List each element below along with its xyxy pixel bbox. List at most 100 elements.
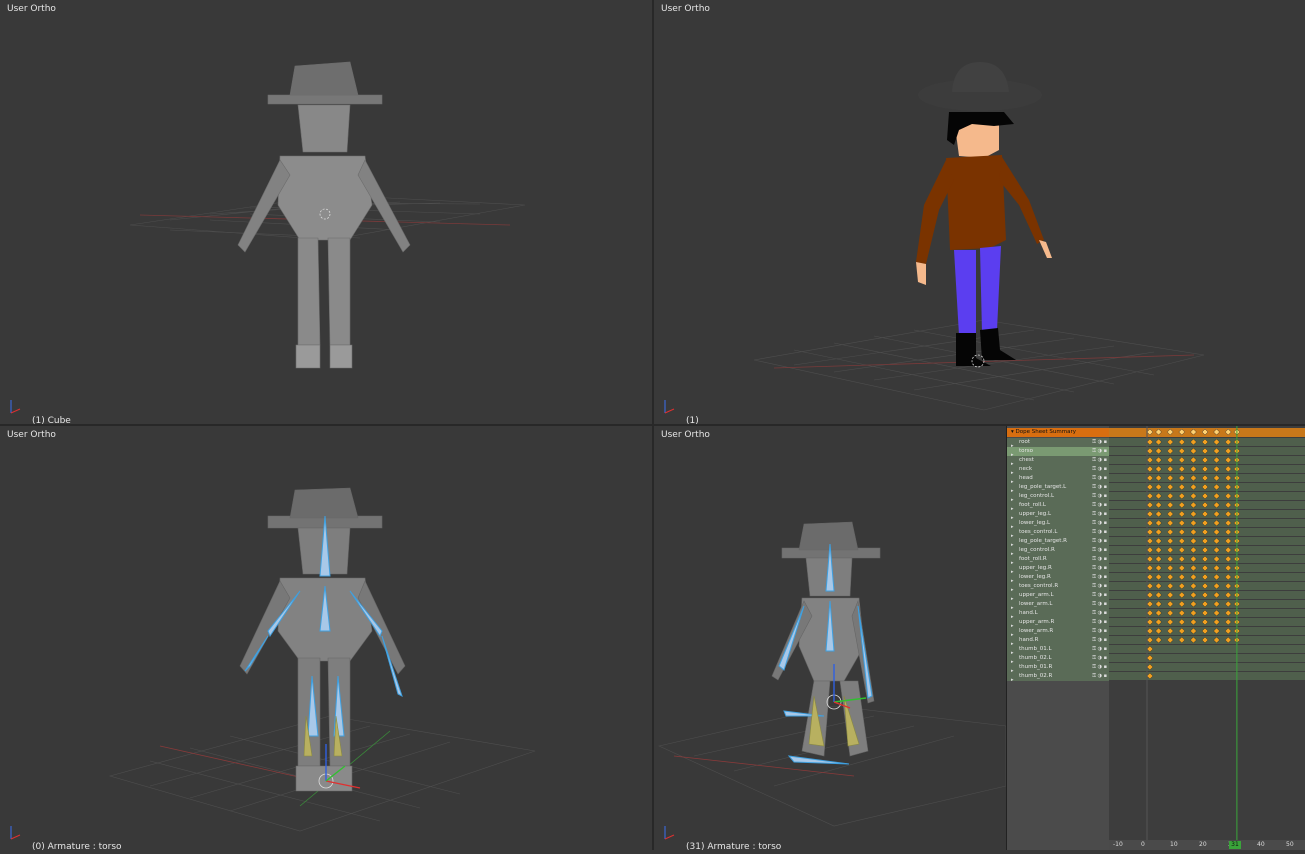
viewport-top-left[interactable]: User Ortho (1) Cube — [0, 0, 652, 424]
channel-row[interactable]: ▸upper_arm.L ⚿ ◑ ▪ — [1007, 591, 1109, 600]
channel-name: leg_pole_target.L — [1019, 484, 1067, 490]
channel-toggle-icons[interactable]: ⚿ ◑ ▪ — [1092, 537, 1107, 546]
channel-toggle-icons[interactable]: ⚿ ◑ ▪ — [1092, 510, 1107, 519]
channel-row[interactable]: ▸torso ⚿ ◑ ▪ — [1007, 447, 1109, 456]
channel-row[interactable]: ▸chest ⚿ ◑ ▪ — [1007, 456, 1109, 465]
channel-row[interactable]: ▸root ⚿ ◑ ▪ — [1007, 438, 1109, 447]
channel-name: lower_arm.L — [1019, 601, 1053, 607]
channel-name: neck — [1019, 466, 1033, 472]
channel-row[interactable]: ▸hand.R ⚿ ◑ ▪ — [1007, 636, 1109, 645]
ruler-tick-label: 10 — [1170, 841, 1178, 848]
viewport-scene — [10, 487, 536, 840]
channel-row[interactable]: ▸foot_roll.R ⚿ ◑ ▪ — [1007, 555, 1109, 564]
channel-row[interactable]: ▸leg_pole_target.R ⚿ ◑ ▪ — [1007, 537, 1109, 546]
channel-toggle-icons[interactable]: ⚿ ◑ ▪ — [1092, 609, 1107, 618]
channel-row[interactable]: ▸toes_control.L ⚿ ◑ ▪ — [1007, 528, 1109, 537]
channel-name: thumb_02.R — [1019, 673, 1053, 679]
channel-row[interactable]: ▸lower_arm.R ⚿ ◑ ▪ — [1007, 627, 1109, 636]
channel-name: toes_control.L — [1019, 529, 1058, 535]
channel-toggle-icons[interactable]: ⚿ ◑ ▪ — [1092, 519, 1107, 528]
viewport-bottom-left[interactable]: User Ortho (0) Armature: torso — [0, 426, 652, 850]
channel-row[interactable]: ▸toes_control.R ⚿ ◑ ▪ — [1007, 582, 1109, 591]
channel-toggle-icons[interactable]: ⚿ ◑ ▪ — [1092, 546, 1107, 555]
channel-name: head — [1019, 475, 1033, 481]
channel-toggle-icons[interactable]: ⚿ ◑ ▪ — [1092, 663, 1107, 672]
channel-row[interactable]: ▸thumb_02.L ⚿ ◑ ▪ — [1007, 654, 1109, 663]
channel-name: lower_arm.R — [1019, 628, 1054, 634]
channel-name: toes_control.R — [1019, 583, 1059, 589]
channel-name: torso — [1019, 448, 1034, 454]
channel-name: foot_roll.R — [1019, 556, 1047, 562]
channel-name: hand.L — [1019, 610, 1038, 616]
channel-toggle-icons[interactable]: ⚿ ◑ ▪ — [1092, 645, 1107, 654]
channel-key-band — [1109, 663, 1305, 671]
channel-row[interactable]: ▸leg_control.L ⚿ ◑ ▪ — [1007, 492, 1109, 501]
channel-key-band — [1109, 672, 1305, 680]
channel-toggle-icons[interactable]: ⚿ ◑ ▪ — [1092, 582, 1107, 591]
channel-toggle-icons[interactable]: ⚿ ◑ ▪ — [1092, 564, 1107, 573]
channel-row[interactable]: ▸leg_pole_target.L ⚿ ◑ ▪ — [1007, 483, 1109, 492]
channel-toggle-icons[interactable]: ⚿ ◑ ▪ — [1092, 672, 1107, 681]
summary-label: Dope Sheet Summary — [1015, 429, 1076, 435]
keyframe-area[interactable] — [1109, 426, 1305, 850]
channel-toggle-icons[interactable]: ⚿ ◑ ▪ — [1092, 636, 1107, 645]
current-frame-indicator[interactable]: 31 — [1229, 841, 1241, 849]
channel-row[interactable]: ▸thumb_01.R ⚿ ◑ ▪ — [1007, 663, 1109, 672]
channel-toggle-icons[interactable]: ⚿ ◑ ▪ — [1092, 555, 1107, 564]
channel-toggle-icons[interactable]: ⚿ ◑ ▪ — [1092, 438, 1107, 447]
viewport-top-right[interactable]: User Ortho (1) — [654, 0, 1305, 424]
viewport-object-info: (0) Armature : torso — [32, 842, 122, 850]
channel-toggle-icons[interactable]: ⚿ ◑ ▪ — [1092, 465, 1107, 474]
channel-toggle-icons[interactable]: ⚿ ◑ ▪ — [1092, 618, 1107, 627]
dope-sheet-editor[interactable]: ▾ Dope Sheet Summary ▸root ⚿ ◑ ▪ ▸torso ⚿ ◑… — [1006, 426, 1305, 850]
ruler-tick-label: 20 — [1199, 841, 1207, 848]
channel-list[interactable]: ▾ Dope Sheet Summary ▸root ⚿ ◑ ▪ ▸torso ⚿ ◑… — [1007, 426, 1109, 850]
channel-name: root — [1019, 439, 1031, 445]
expand-triangle-icon[interactable]: ▸ — [1011, 676, 1019, 681]
channel-name: upper_arm.R — [1019, 619, 1055, 625]
channel-row[interactable]: ▸leg_control.R ⚿ ◑ ▪ — [1007, 546, 1109, 555]
ruler-tick-label: -10 — [1113, 841, 1123, 848]
channel-toggle-icons[interactable]: ⚿ ◑ ▪ — [1092, 447, 1107, 456]
channel-row[interactable]: ▸thumb_02.R ⚿ ◑ ▪ — [1007, 672, 1109, 681]
channel-toggle-icons[interactable]: ⚿ ◑ ▪ — [1092, 501, 1107, 510]
channel-row[interactable]: ▸thumb_01.L ⚿ ◑ ▪ — [1007, 645, 1109, 654]
channel-toggle-icons[interactable]: ⚿ ◑ ▪ — [1092, 591, 1107, 600]
viewport-scene — [10, 61, 526, 414]
channel-toggle-icons[interactable]: ⚿ ◑ ▪ — [1092, 573, 1107, 582]
channel-row[interactable]: ▸upper_leg.R ⚿ ◑ ▪ — [1007, 564, 1109, 573]
channel-row[interactable]: ▸neck ⚿ ◑ ▪ — [1007, 465, 1109, 474]
channel-toggle-icons[interactable]: ⚿ ◑ ▪ — [1092, 654, 1107, 663]
channel-name: thumb_02.L — [1019, 655, 1052, 661]
channel-row[interactable]: ▸upper_arm.R ⚿ ◑ ▪ — [1007, 618, 1109, 627]
channel-name: upper_leg.L — [1019, 511, 1052, 517]
channel-row[interactable]: ▸foot_roll.L ⚿ ◑ ▪ — [1007, 501, 1109, 510]
viewport-scene — [658, 521, 1006, 840]
viewport-bottom-right[interactable]: User Ortho (31) Armature: torso — [654, 426, 1006, 850]
channel-row[interactable]: ▸lower_arm.L ⚿ ◑ ▪ — [1007, 600, 1109, 609]
channel-key-band — [1109, 645, 1305, 653]
channel-name: hand.R — [1019, 637, 1039, 643]
channel-toggle-icons[interactable]: ⚿ ◑ ▪ — [1092, 627, 1107, 636]
channel-toggle-icons[interactable]: ⚿ ◑ ▪ — [1092, 483, 1107, 492]
frame-ruler[interactable]: -1001020304050 — [1109, 840, 1305, 850]
expand-triangle-icon[interactable]: ▾ — [1011, 429, 1014, 435]
ruler-tick-label: 50 — [1286, 841, 1294, 848]
channel-row[interactable]: ▸hand.L ⚿ ◑ ▪ — [1007, 609, 1109, 618]
channel-toggle-icons[interactable]: ⚿ ◑ ▪ — [1092, 528, 1107, 537]
channel-row[interactable]: ▸lower_leg.L ⚿ ◑ ▪ — [1007, 519, 1109, 528]
channel-toggle-icons[interactable]: ⚿ ◑ ▪ — [1092, 600, 1107, 609]
channel-row[interactable]: ▸lower_leg.R ⚿ ◑ ▪ — [1007, 573, 1109, 582]
channel-toggle-icons[interactable]: ⚿ ◑ ▪ — [1092, 492, 1107, 501]
channel-toggle-icons[interactable]: ⚿ ◑ ▪ — [1092, 456, 1107, 465]
channel-name: thumb_01.L — [1019, 646, 1052, 652]
channel-name: lower_leg.R — [1019, 574, 1051, 580]
viewport-scene — [664, 62, 1205, 414]
channel-toggle-icons[interactable]: ⚿ ◑ ▪ — [1092, 474, 1107, 483]
channel-name: thumb_01.R — [1019, 664, 1053, 670]
channel-name: foot_roll.L — [1019, 502, 1046, 508]
channel-row[interactable]: ▸upper_leg.L ⚿ ◑ ▪ — [1007, 510, 1109, 519]
viewport-object-info: (1) Cube — [32, 416, 71, 424]
channel-row[interactable]: ▸head ⚿ ◑ ▪ — [1007, 474, 1109, 483]
dope-sheet-summary-row[interactable]: ▾ Dope Sheet Summary — [1007, 428, 1109, 437]
